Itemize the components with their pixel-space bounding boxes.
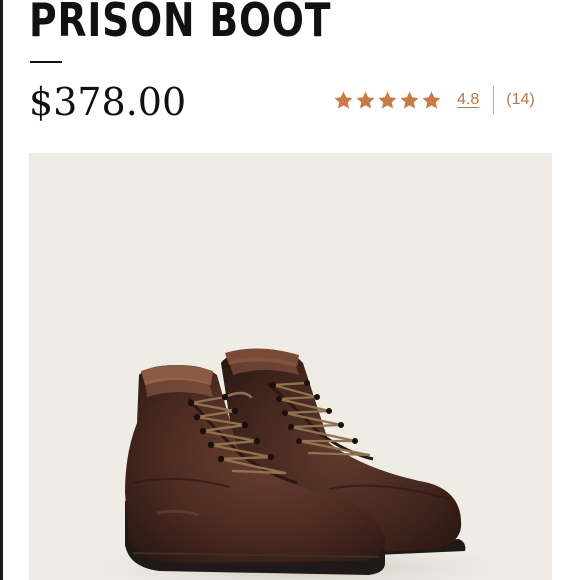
product-price: $378.00 (29, 80, 187, 124)
rating-score-link[interactable]: 4.8 (457, 91, 479, 109)
boots-illustration (49, 348, 549, 580)
title-divider (30, 61, 62, 63)
product-image[interactable] (29, 153, 552, 580)
left-edge-border (0, 0, 3, 580)
star-icon (334, 91, 353, 109)
star-icon (400, 91, 419, 109)
star-icon (356, 91, 375, 109)
review-count[interactable]: (14) (506, 91, 534, 109)
product-rating[interactable]: 4.8 (14) (333, 86, 535, 114)
rating-stars (333, 90, 443, 111)
rating-divider (493, 86, 495, 114)
star-icon (422, 91, 441, 109)
product-title: PRISON BOOT (29, 0, 332, 47)
star-icon (378, 91, 397, 109)
